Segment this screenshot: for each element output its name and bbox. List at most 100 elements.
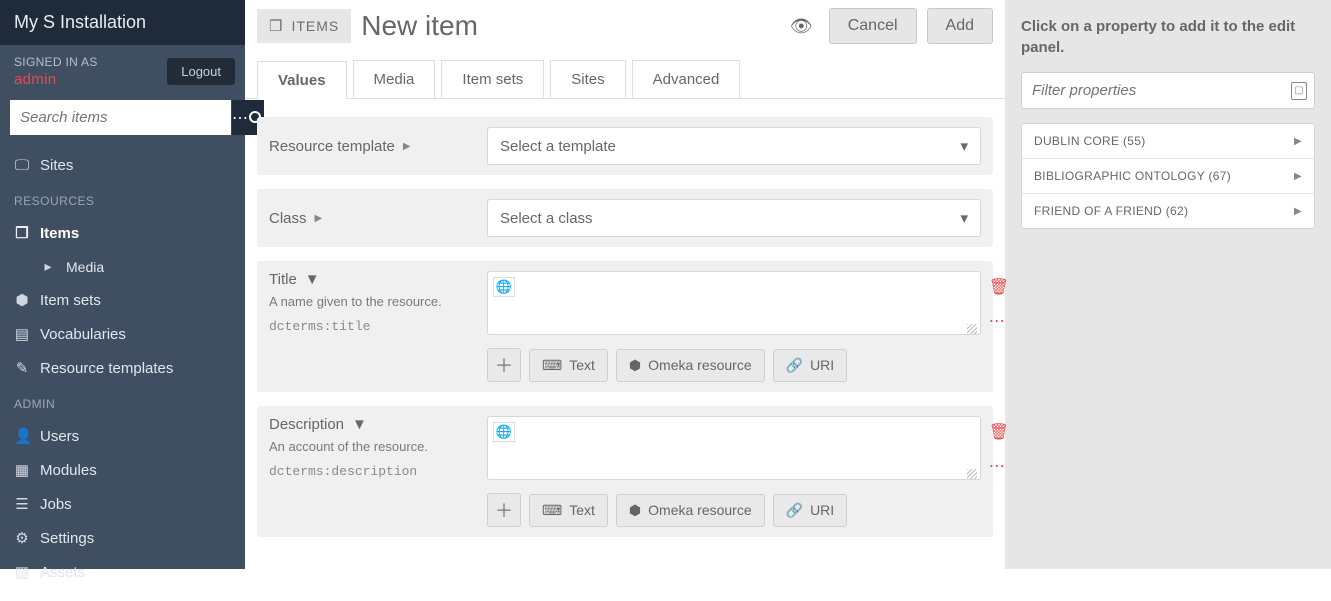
tab-item-sets[interactable]: Item sets [441, 60, 544, 98]
chevron-down-icon: ▾ [960, 209, 968, 227]
chevron-right-icon: ▶ [1294, 171, 1302, 182]
description-value-actions: 🗑 ⋯ [989, 422, 1009, 476]
property-description-values: 🌐 🗑 ⋯ ＋ ⌨Text ⬢Omeka resource 🔗URI [487, 416, 981, 527]
resize-handle[interactable] [967, 324, 977, 334]
nav-item-sets[interactable]: ⬢ Item sets [0, 283, 245, 317]
add-button[interactable]: Add [927, 8, 993, 44]
properties-panel: Click on a property to add it to the edi… [1005, 0, 1331, 569]
brand[interactable]: My S Installation [0, 0, 245, 45]
plus-square-icon: ▦ [14, 461, 30, 479]
more-icon[interactable]: ⋯ [989, 456, 1009, 476]
vocab-label: BIBLIOGRAPHIC ONTOLOGY (67) [1034, 169, 1231, 183]
cubes-icon: ⬢ [14, 291, 30, 309]
uri-button[interactable]: 🔗URI [773, 494, 848, 527]
visibility-button[interactable]: 👁 [784, 10, 819, 43]
user-block: SIGNED IN AS admin Logout [0, 45, 245, 100]
document-icon[interactable]: ▢ [1291, 82, 1307, 100]
chevron-right-icon: ▸ [40, 258, 56, 275]
link-icon: 🔗 [786, 502, 803, 519]
nav-vocabularies[interactable]: ▤Vocabularies [0, 317, 245, 351]
cube-icon: ❒ [14, 224, 30, 242]
nav-modules[interactable]: ▦Modules [0, 453, 245, 487]
text-type-button[interactable]: ⌨Text [529, 349, 608, 382]
nav-sites[interactable]: 🖵Sites [0, 149, 245, 182]
uri-button[interactable]: 🔗URI [773, 349, 848, 382]
trash-icon[interactable]: 🗑 [989, 422, 1009, 442]
add-value-button[interactable]: ＋ [487, 348, 521, 382]
title-value-actions: 🗑 ⋯ [989, 277, 1009, 331]
title-add-row: ＋ ⌨Text ⬢Omeka resource 🔗URI [487, 348, 981, 382]
tab-values[interactable]: Values [257, 61, 347, 99]
class-select[interactable]: Select a class▾ [487, 199, 981, 237]
nav-users[interactable]: 👤Users [0, 419, 245, 453]
nav-jobs[interactable]: ☰Jobs [0, 487, 245, 521]
nav-settings[interactable]: ⚙Settings [0, 521, 245, 555]
tab-media[interactable]: Media [353, 60, 436, 98]
caret-right-icon: ▶ [403, 141, 411, 152]
nav-assets[interactable]: ▧Assets [0, 555, 245, 589]
nav-items-label: Items [40, 225, 79, 242]
nav-items[interactable]: ❒ Items [0, 216, 245, 250]
tab-advanced[interactable]: Advanced [632, 60, 741, 98]
tab-sites[interactable]: Sites [550, 60, 625, 98]
link-icon: 🔗 [786, 357, 803, 374]
keyboard-icon: ⌨ [542, 502, 562, 519]
add-value-button[interactable]: ＋ [487, 493, 521, 527]
trash-icon[interactable]: 🗑 [989, 277, 1009, 297]
nav-settings-label: Settings [40, 530, 94, 547]
chevron-right-icon: ▶ [1294, 136, 1302, 147]
nav-media-label: Media [66, 259, 104, 275]
nav-section-resources: RESOURCES [0, 182, 245, 216]
nav-vocabularies-label: Vocabularies [40, 326, 126, 343]
search-row: ⋯ [0, 100, 245, 149]
pencil-square-icon: ✎ [14, 359, 30, 377]
text-type-button[interactable]: ⌨Text [529, 494, 608, 527]
vocab-label: FRIEND OF A FRIEND (62) [1034, 204, 1188, 218]
vocab-dublin-core[interactable]: DUBLIN CORE (55)▶ [1022, 124, 1314, 159]
nav-users-label: Users [40, 428, 79, 445]
title-value-box: 🌐 🗑 ⋯ [487, 271, 981, 338]
nav-resource-templates-label: Resource templates [40, 360, 173, 377]
omeka-resource-button[interactable]: ⬢Omeka resource [616, 494, 765, 527]
vocab-friend-of-a-friend[interactable]: FRIEND OF A FRIEND (62) ▶ [1022, 194, 1314, 228]
filter-properties-input[interactable] [1021, 72, 1315, 109]
panel-hint: Click on a property to add it to the edi… [1021, 16, 1315, 58]
resource-template-select[interactable]: Select a template▾ [487, 127, 981, 165]
sidebar: My S Installation SIGNED IN AS admin Log… [0, 0, 245, 569]
resource-template-row: Resource template▶ Select a template▾ [257, 117, 993, 175]
form-area: Resource template▶ Select a template▾ Cl… [245, 99, 1005, 555]
nav-item-sets-label: Item sets [40, 292, 101, 309]
nav-resource-templates[interactable]: ✎ Resource templates [0, 351, 245, 385]
class-label: Class▶ [269, 210, 469, 227]
nav-assets-label: Assets [40, 564, 85, 581]
signed-in-as: SIGNED IN AS admin [14, 55, 98, 88]
globe-icon[interactable]: 🌐 [493, 422, 515, 442]
main: ❒ITEMS New item 👁 Cancel Add Values Medi… [245, 0, 1331, 569]
class-row: Class▶ Select a class▾ [257, 189, 993, 247]
cancel-button[interactable]: Cancel [829, 8, 917, 44]
signed-in-label: SIGNED IN AS [14, 55, 98, 69]
more-icon[interactable]: ⋯ [989, 311, 1009, 331]
eye-icon: 👁 [790, 16, 813, 36]
title-textarea[interactable] [487, 271, 981, 335]
property-description-meta: Description▼ An account of the resource.… [269, 416, 469, 527]
breadcrumb-pill[interactable]: ❒ITEMS [257, 9, 351, 43]
property-description-label: Description▼ [269, 416, 469, 433]
description-textarea[interactable] [487, 416, 981, 480]
resize-handle[interactable] [967, 469, 977, 479]
vocab-bibliographic-ontology[interactable]: BIBLIOGRAPHIC ONTOLOGY (67) ▶ [1022, 159, 1314, 194]
filter-row: ▢ [1021, 72, 1315, 109]
cube-icon: ❒ [269, 17, 283, 35]
caret-down-icon[interactable]: ▼ [305, 271, 320, 288]
globe-icon[interactable]: 🌐 [493, 277, 515, 297]
omeka-resource-button[interactable]: ⬢Omeka resource [616, 349, 765, 382]
chevron-right-icon: ▶ [1294, 206, 1302, 217]
user-name[interactable]: admin [14, 71, 98, 88]
property-title-values: 🌐 🗑 ⋯ ＋ ⌨Text ⬢Omeka resource 🔗URI [487, 271, 981, 382]
cubes-icon: ⬢ [629, 502, 641, 519]
list-icon: ☰ [14, 495, 30, 513]
logout-button[interactable]: Logout [167, 58, 235, 85]
nav-media[interactable]: ▸ Media [0, 250, 245, 283]
caret-down-icon[interactable]: ▼ [352, 416, 367, 433]
search-input[interactable] [10, 100, 231, 135]
